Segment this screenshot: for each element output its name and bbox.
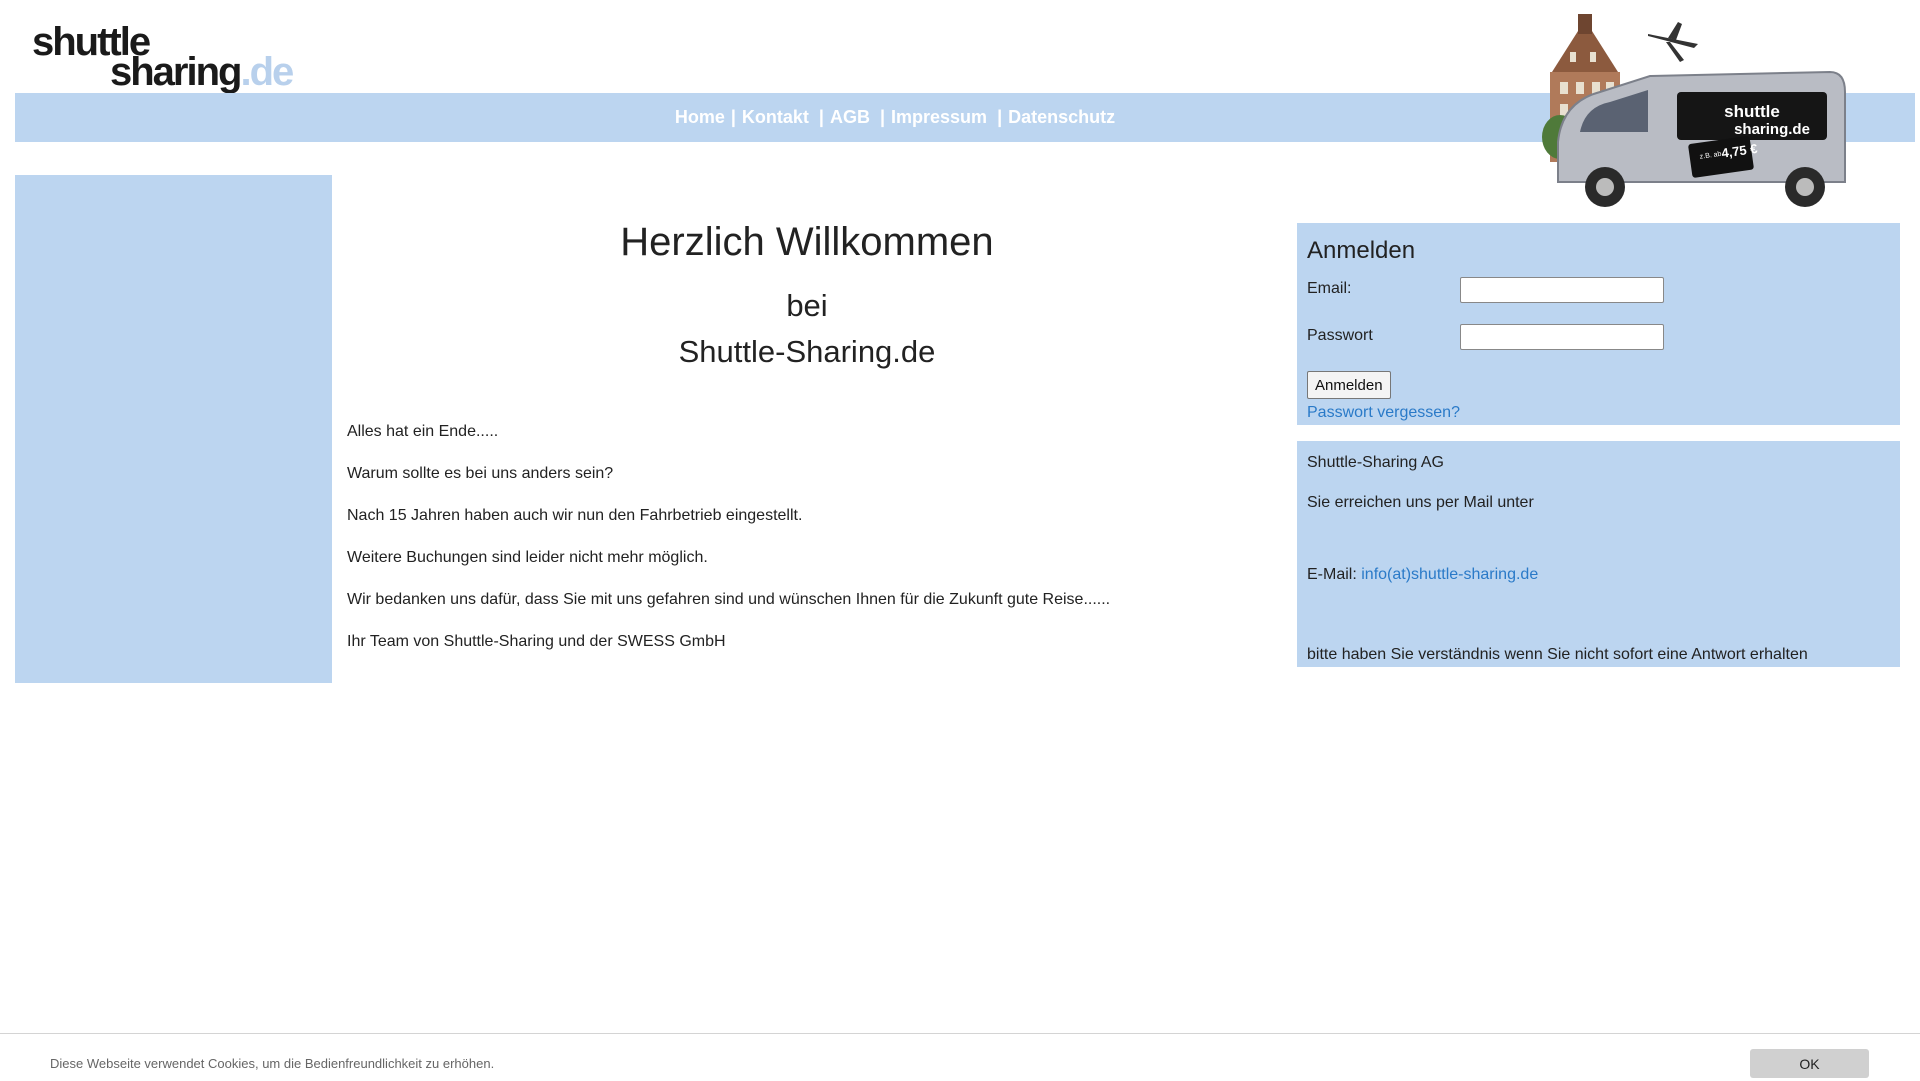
welcome-title: Herzlich Willkommen [620,220,994,264]
hero-van-image: shuttle sharing.de z.B. ab 4,75 € [1542,14,1846,207]
nav-links: Home | Kontakt | AGB | Impressum | Daten… [15,93,1775,142]
contact-email-row: E-Mail: info(at)shuttle-sharing.de [1307,566,1538,584]
cookie-ok-button[interactable]: OK [1750,1049,1869,1078]
contact-panel: Shuttle-Sharing AG Sie erreichen uns per… [1297,441,1900,667]
nav-home[interactable]: Home [675,107,725,128]
cookie-banner: Diese Webseite verwendet Cookies, um die… [0,1033,1920,1081]
email-label: Email: [1307,280,1352,297]
main-content: Herzlich Willkommen bei Shuttle-Sharing.… [347,220,1267,675]
nav-separator: | [997,107,1003,127]
company-name: Shuttle-Sharing AG [1307,454,1444,471]
announcement-text: Alles hat ein Ende..... Warum sollte es … [347,423,1267,651]
contact-email-link[interactable]: info(at)shuttle-sharing.de [1361,566,1538,583]
van-brand-line2: sharing.de [1734,121,1810,138]
logo-line2: sharing.de [110,50,294,94]
welcome-sub-site: Shuttle-Sharing.de [678,334,936,369]
nav-kontakt[interactable]: Kontakt [742,107,809,128]
login-title: Anmelden [1307,237,1416,264]
password-field[interactable] [1460,324,1664,350]
announcement-paragraph: Alles hat ein Ende..... [347,423,499,440]
login-button[interactable]: Anmelden [1307,371,1391,399]
announcement-paragraph: Ihr Team von Shuttle-Sharing und der SWE… [347,633,726,650]
welcome-subtitle: bei Shuttle-Sharing.de [347,283,1267,375]
site-logo[interactable]: shuttle sharing.de [32,22,294,94]
welcome-sub-bei: bei [786,288,828,323]
email-prefix: E-Mail: [1307,566,1357,583]
left-sidebar-panel [15,175,332,683]
announcement-paragraph: Nach 15 Jahren haben auch wir nun den Fa… [347,507,803,524]
announcement-paragraph: Wir bedanken uns dafür, dass Sie mit uns… [347,591,1111,608]
cookie-message: Diese Webseite verwendet Cookies, um die… [50,1056,495,1071]
announcement-paragraph: Warum sollte es bei uns anders sein? [347,465,614,482]
van-brand-line1: shuttle [1724,102,1780,121]
nav-separator: | [818,107,824,127]
nav-separator: | [730,107,736,127]
airplane-icon [1648,22,1698,62]
nav-impressum[interactable]: Impressum [891,107,987,128]
forgot-password-link[interactable]: Passwort vergessen? [1307,404,1460,422]
logo-tld: .de [240,50,294,94]
van-icon: shuttle sharing.de z.B. ab 4,75 € [1557,70,1846,207]
nav-datenschutz[interactable]: Datenschutz [1008,107,1115,128]
nav-agb[interactable]: AGB [830,107,870,128]
contact-reach-text: Sie erreichen uns per Mail unter [1307,494,1534,511]
email-field[interactable] [1460,277,1664,303]
nav-separator: | [879,107,886,127]
password-label: Passwort [1307,327,1373,344]
login-panel: Anmelden Email: Passwort Anmelden Passwo… [1297,223,1900,425]
contact-note: bitte haben Sie verständnis wenn Sie nic… [1307,646,1808,663]
announcement-paragraph: Weitere Buchungen sind leider nicht mehr… [347,549,708,566]
